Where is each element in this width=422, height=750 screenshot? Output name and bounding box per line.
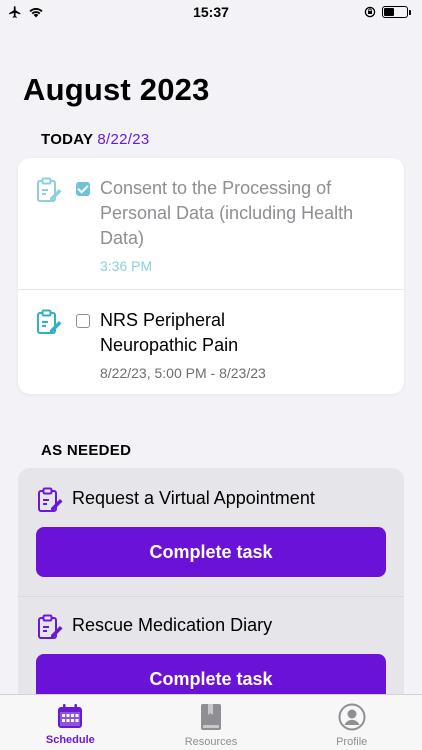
as-needed-card: Request a Virtual Appointment Complete t… xyxy=(18,468,404,708)
tab-bar: Schedule Resources Profile xyxy=(0,694,422,750)
profile-icon xyxy=(338,703,366,731)
clipboard-edit-icon xyxy=(38,487,63,512)
task-checkbox[interactable] xyxy=(76,314,90,328)
tab-label: Profile xyxy=(336,736,368,748)
battery-icon xyxy=(382,6,411,18)
task-title: NRS Peripheral Neuropathic Pain xyxy=(100,310,239,355)
tab-label: Schedule xyxy=(45,734,95,746)
tab-resources[interactable]: Resources xyxy=(141,695,282,750)
airplane-icon xyxy=(9,6,21,18)
tab-profile[interactable]: Profile xyxy=(281,695,422,750)
as-needed-title: Request a Virtual Appointment xyxy=(72,488,315,508)
as-needed-item: Rescue Medication Diary Complete task xyxy=(18,597,404,708)
tab-label: Resources xyxy=(184,736,238,748)
task-time-range: 8/22/23, 5:00 PM - 8/23/23 xyxy=(100,365,266,381)
today-header: TODAY 8/22/23 xyxy=(41,131,150,148)
wifi-icon xyxy=(29,7,43,18)
clipboard-edit-icon xyxy=(37,309,62,334)
as-needed-title: Rescue Medication Diary xyxy=(72,615,273,635)
today-card: Consent to the Processing of Personal Da… xyxy=(18,158,404,394)
month-title: August 2023 xyxy=(23,72,210,107)
task-checkbox[interactable] xyxy=(76,182,90,196)
clipboard-edit-icon xyxy=(38,614,63,639)
task-title: Consent to the Processing of Personal Da… xyxy=(100,178,354,248)
today-date: 8/22/23 xyxy=(97,131,150,148)
task-row-consent[interactable]: Consent to the Processing of Personal Da… xyxy=(18,158,404,289)
clipboard-edit-icon xyxy=(37,177,62,202)
status-bar xyxy=(0,0,422,24)
orientation-lock-icon xyxy=(364,6,376,18)
task-row-nrs[interactable]: NRS Peripheral Neuropathic Pain 8/22/23,… xyxy=(18,289,404,394)
book-icon xyxy=(201,704,221,730)
as-needed-header: AS NEEDED xyxy=(41,442,132,459)
as-needed-item: Request a Virtual Appointment Complete t… xyxy=(18,468,404,594)
task-time: 3:36 PM xyxy=(100,258,153,274)
tab-schedule[interactable]: Schedule xyxy=(0,695,141,750)
status-left xyxy=(8,5,44,19)
calendar-icon xyxy=(58,704,83,728)
status-right xyxy=(364,6,411,18)
today-label: TODAY xyxy=(41,131,94,148)
complete-task-button[interactable]: Complete task xyxy=(36,527,386,577)
